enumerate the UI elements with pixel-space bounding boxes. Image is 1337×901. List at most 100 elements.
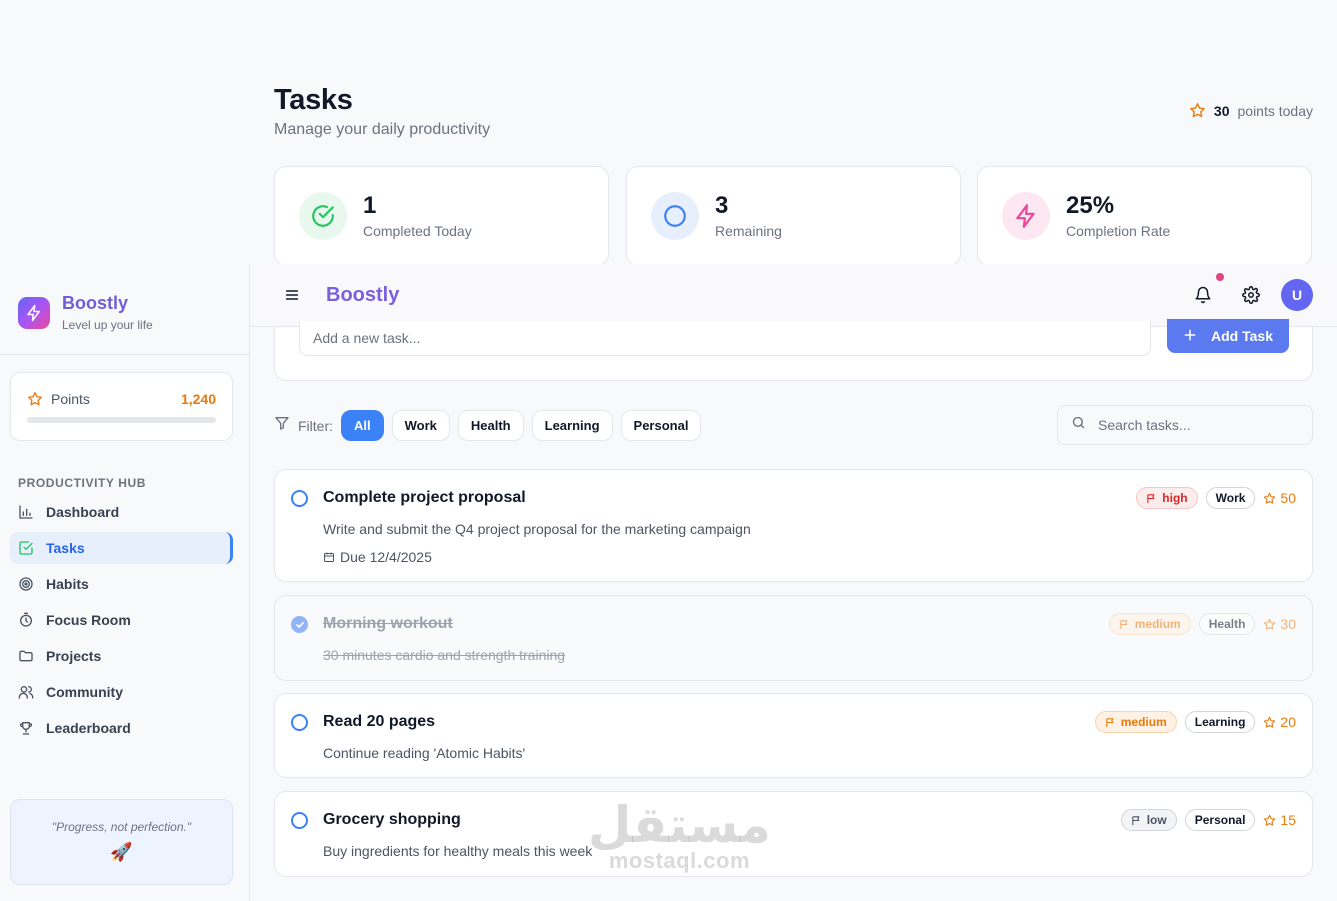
- avatar[interactable]: U: [1281, 279, 1313, 311]
- task-points: 50: [1263, 490, 1296, 506]
- task-meta: medium Health 30: [1108, 613, 1296, 635]
- stat-value: 3: [715, 192, 729, 220]
- category-badge: Learning: [1184, 711, 1256, 733]
- task-card[interactable]: Complete project proposal Write and subm…: [274, 469, 1313, 582]
- notification-dot: [1216, 273, 1224, 281]
- task-title: Complete project proposal: [323, 489, 526, 506]
- sidebar-item-projects[interactable]: Projects: [10, 640, 233, 672]
- points-progress-bar: [27, 417, 216, 423]
- folder-icon: [18, 648, 34, 664]
- bell-icon[interactable]: [1194, 286, 1212, 309]
- circle-icon: [651, 192, 699, 240]
- bar-chart-icon: [18, 504, 34, 520]
- filter-chip-personal[interactable]: Personal: [620, 410, 702, 441]
- trophy-icon: [18, 720, 34, 736]
- priority-badge: medium: [1094, 711, 1177, 733]
- points-label: Points: [51, 391, 90, 407]
- search-input[interactable]: [1098, 417, 1298, 433]
- add-task-button[interactable]: Add Task: [1167, 319, 1289, 353]
- rocket-icon: 🚀: [110, 842, 133, 862]
- flag-icon: [1132, 815, 1140, 825]
- sidebar-item-dashboard[interactable]: Dashboard: [10, 496, 233, 528]
- sidebar-item-label: Habits: [46, 576, 89, 592]
- sidebar-item-label: Dashboard: [46, 504, 120, 520]
- stat-value: 1: [363, 192, 377, 220]
- stat-label: Completed Today: [363, 222, 472, 239]
- task-title: Read 20 pages: [323, 713, 436, 730]
- sidebar-item-leaderboard[interactable]: Leaderboard: [10, 712, 233, 744]
- sidebar-brand[interactable]: Boostly Level up your life: [18, 293, 153, 332]
- add-task-card: Add Task: [274, 319, 1313, 381]
- task-card[interactable]: Grocery shopping Buy ingredients for hea…: [274, 791, 1313, 877]
- points-today-value: 30: [1213, 102, 1230, 119]
- task-points-value: 50: [1280, 490, 1296, 506]
- calendar-icon: [324, 552, 334, 562]
- priority-label: high: [1162, 491, 1188, 505]
- task-due: Due 12/4/2025: [323, 549, 432, 565]
- task-checkbox[interactable]: [291, 812, 308, 829]
- top-bar: Boostly U: [250, 264, 1337, 327]
- filter-chip-health[interactable]: Health: [457, 410, 524, 441]
- star-icon: [1264, 814, 1276, 826]
- points-today-label: points today: [1237, 102, 1314, 119]
- task-description: Buy ingredients for healthy meals this w…: [323, 843, 593, 859]
- target-icon: [18, 576, 34, 592]
- filter-chip-work[interactable]: Work: [391, 410, 450, 441]
- sidebar-item-tasks[interactable]: Tasks: [10, 532, 233, 564]
- sidebar-item-label: Focus Room: [46, 612, 131, 628]
- task-points-value: 15: [1280, 812, 1296, 828]
- star-icon: [1264, 716, 1276, 728]
- priority-badge: low: [1120, 809, 1177, 831]
- task-points: 20: [1263, 714, 1296, 730]
- task-title: Morning workout: [323, 615, 453, 632]
- task-description: Write and submit the Q4 project proposal…: [323, 521, 751, 537]
- task-checkbox[interactable]: [291, 490, 308, 507]
- add-task-button-label: Add Task: [1211, 328, 1273, 344]
- quote-text: "Progress, not perfection.": [51, 820, 192, 834]
- task-description: 30 minutes cardio and strength training: [323, 647, 566, 663]
- task-description: Continue reading 'Atomic Habits': [323, 745, 526, 761]
- filter-label: Filter:: [298, 417, 333, 434]
- star-icon: [28, 392, 42, 406]
- lightning-icon: [1002, 192, 1050, 240]
- task-meta: medium Learning 20: [1094, 711, 1296, 733]
- task-meta: low Personal 15: [1120, 809, 1296, 831]
- filter-chip-learning[interactable]: Learning: [531, 410, 613, 441]
- points-today: 30 points today: [1189, 102, 1313, 119]
- task-meta: high Work 50: [1136, 487, 1296, 509]
- task-checkbox[interactable]: [291, 714, 308, 731]
- menu-icon[interactable]: [284, 287, 300, 308]
- filter-chip-all[interactable]: All: [341, 410, 384, 441]
- users-icon: [18, 684, 34, 700]
- sidebar-nav: Dashboard Tasks Habits Focus Room Projec…: [10, 496, 233, 748]
- points-card: Points 1,240: [10, 372, 233, 441]
- sidebar-item-community[interactable]: Community: [10, 676, 233, 708]
- category-badge: Personal: [1184, 809, 1256, 831]
- add-task-input[interactable]: [299, 321, 1151, 356]
- flag-icon: [1147, 493, 1155, 503]
- nav-section-title: PRODUCTIVITY HUB: [18, 476, 147, 490]
- task-points: 30: [1263, 616, 1296, 632]
- stat-label: Completion Rate: [1066, 222, 1171, 239]
- page-subtitle: Manage your daily productivity: [274, 121, 491, 138]
- flag-icon: [1120, 619, 1128, 629]
- task-card[interactable]: Read 20 pages Continue reading 'Atomic H…: [274, 693, 1313, 778]
- sidebar-item-label: Leaderboard: [46, 720, 131, 736]
- flag-icon: [1106, 717, 1114, 727]
- lightning-icon: [18, 296, 50, 329]
- search-box: [1057, 405, 1313, 445]
- gear-icon[interactable]: [1242, 286, 1260, 309]
- priority-label: medium: [1134, 617, 1181, 631]
- sidebar-item-label: Projects: [46, 648, 102, 664]
- priority-badge: medium: [1108, 613, 1191, 635]
- sidebar-item-focus-room[interactable]: Focus Room: [10, 604, 233, 636]
- task-checkbox-checked[interactable]: [291, 616, 308, 633]
- stat-card-remaining: 3 Remaining: [626, 166, 961, 266]
- priority-label: medium: [1120, 715, 1167, 729]
- task-points: 15: [1263, 812, 1296, 828]
- brand-tagline: Level up your life: [62, 318, 153, 332]
- sidebar-item-habits[interactable]: Habits: [10, 568, 233, 600]
- task-card[interactable]: Morning workout 30 minutes cardio and st…: [274, 595, 1313, 681]
- points-value: 1,240: [180, 391, 216, 407]
- task-due-text: Due 12/4/2025: [340, 549, 432, 565]
